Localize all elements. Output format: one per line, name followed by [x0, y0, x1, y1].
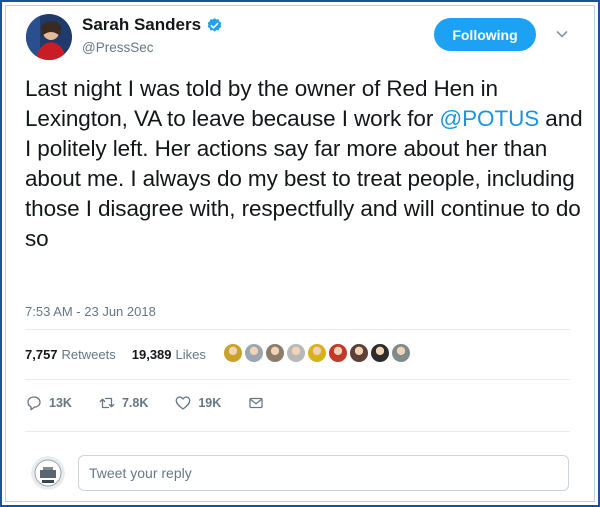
liker-avatar[interactable]: [222, 342, 244, 364]
likes-count[interactable]: 19,389: [132, 347, 172, 362]
likes-label[interactable]: Likes: [176, 347, 206, 362]
divider: [25, 379, 570, 380]
liker-avatar[interactable]: [348, 342, 370, 364]
liker-avatar[interactable]: [306, 342, 328, 364]
like-count: 19K: [198, 396, 222, 410]
like-button[interactable]: 19K: [174, 394, 221, 412]
divider: [25, 329, 570, 330]
user-avatar[interactable]: [31, 456, 65, 490]
engagement-stats: 7,757 Retweets 19,389 Likes: [25, 347, 206, 362]
liker-avatars[interactable]: [222, 342, 412, 364]
tweet-actions: 13K 7.8K 19K: [25, 394, 291, 412]
retweet-count: 7.8K: [121, 396, 149, 410]
tweet-text: Last night I was told by the owner of Re…: [25, 74, 585, 254]
retweet-button[interactable]: 7.8K: [98, 394, 148, 412]
liker-avatar[interactable]: [327, 342, 349, 364]
tweet-text-part-1: Last night I was told by the owner of Re…: [25, 76, 498, 131]
envelope-icon: [249, 397, 263, 409]
chevron-down-icon[interactable]: [555, 27, 569, 41]
retweet-icon: [99, 397, 115, 409]
author-name[interactable]: Sarah Sanders: [82, 15, 201, 35]
reply-input[interactable]: [78, 455, 569, 491]
author-avatar[interactable]: [26, 14, 72, 60]
liker-avatar[interactable]: [264, 342, 286, 364]
divider: [25, 431, 570, 432]
verified-badge-icon: [207, 17, 222, 32]
mention-link[interactable]: @POTUS: [439, 106, 539, 131]
tweet-timestamp[interactable]: 7:53 AM - 23 Jun 2018: [25, 304, 156, 319]
reply-count: 13K: [49, 396, 72, 410]
retweets-count[interactable]: 7,757: [25, 347, 58, 362]
author-handle[interactable]: @PressSec: [82, 40, 153, 55]
reply-icon: [27, 396, 41, 411]
following-button[interactable]: Following: [434, 18, 536, 51]
liker-avatar[interactable]: [285, 342, 307, 364]
heart-icon: [175, 396, 191, 410]
reply-button[interactable]: 13K: [25, 394, 72, 412]
liker-avatar[interactable]: [390, 342, 412, 364]
liker-avatar[interactable]: [243, 342, 265, 364]
direct-message-button[interactable]: [247, 394, 265, 412]
retweets-label[interactable]: Retweets: [62, 347, 116, 362]
liker-avatar[interactable]: [369, 342, 391, 364]
